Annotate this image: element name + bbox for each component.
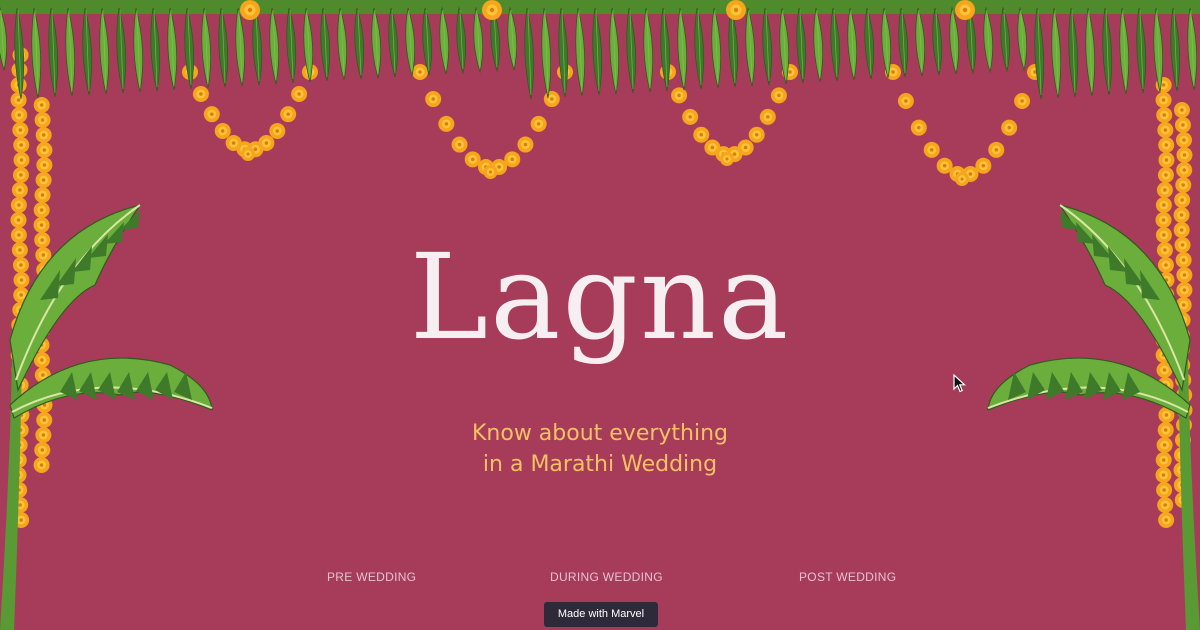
nav-link-during-wedding[interactable]: DURING WEDDING: [550, 570, 663, 584]
nav-link-post-wedding[interactable]: POST WEDDING: [799, 570, 896, 584]
made-with-marvel-badge[interactable]: Made with Marvel: [544, 602, 658, 627]
marigold-garland-icon: [182, 64, 1043, 186]
nav-link-pre-wedding[interactable]: PRE WEDDING: [327, 570, 416, 584]
tagline-line-1: Know about everything: [471, 421, 729, 446]
page-title: Lagna: [409, 228, 791, 366]
landing-page: Lagna Know about everything in a Marathi…: [0, 0, 1200, 630]
mouse-pointer-icon: [953, 374, 967, 393]
tagline-line-2: in a Marathi Wedding: [482, 452, 718, 477]
hero-tagline: Know about everything in a Marathi Weddi…: [0, 418, 1200, 480]
mango-leaf-toran-icon: [0, 0, 1200, 100]
